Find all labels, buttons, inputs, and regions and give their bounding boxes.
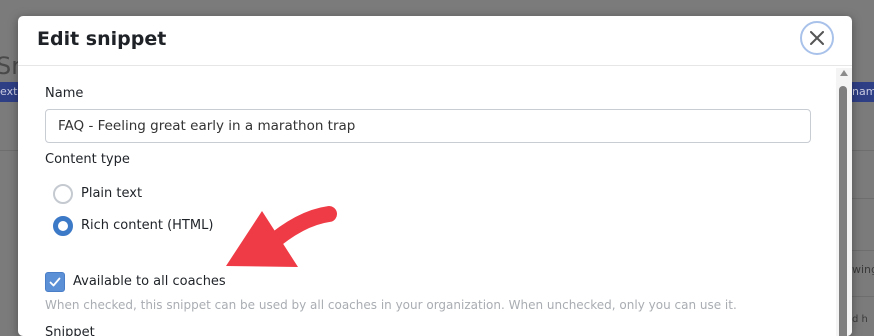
annotation-arrow-icon bbox=[226, 206, 337, 267]
snippet-label: Snippet bbox=[45, 325, 95, 336]
